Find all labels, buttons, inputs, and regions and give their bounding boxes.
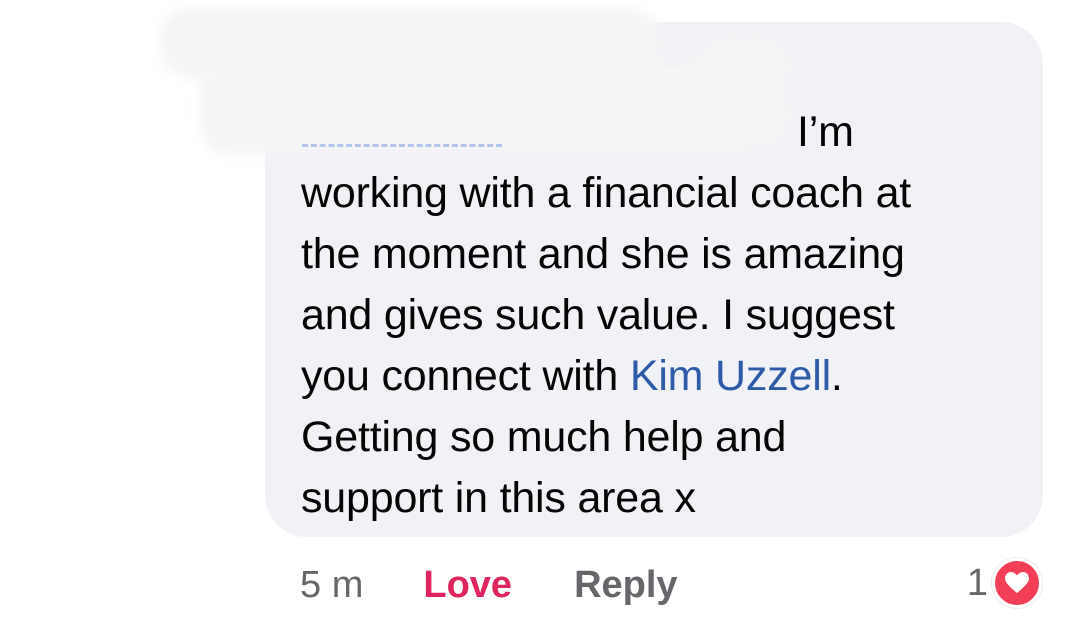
comment-line-text: you connect with (301, 352, 630, 400)
mention-link[interactable]: Kim Uzzell (630, 352, 831, 400)
comment-line: the moment and she is amazing (301, 230, 905, 278)
comment-view: I’m working with a financial coach at th… (0, 0, 1080, 641)
comment-text: I’m working with a financial coach at th… (301, 102, 1021, 529)
comment-line: Getting so much help and (301, 413, 787, 461)
comment-line: you connect with Kim Uzzell. (301, 346, 1021, 407)
comment-line: I’m (797, 108, 854, 156)
comment-line: working with a financial coach at (301, 169, 912, 217)
heart-icon-glyph (1005, 572, 1029, 593)
comment-timestamp[interactable]: 5 m (300, 564, 363, 607)
reaction-count: 1 (966, 561, 988, 604)
heart-icon (992, 558, 1042, 608)
reply-button[interactable]: Reply (574, 564, 677, 607)
comment-line: support in this area x (301, 474, 696, 522)
love-reaction-button[interactable]: Love (423, 564, 512, 607)
comment-line-punct: . (830, 352, 843, 400)
comment-actions: 5 m Love Reply (300, 560, 678, 610)
reaction-summary[interactable]: 1 (967, 558, 1042, 608)
comment-line: and gives such value. I suggest (301, 291, 895, 339)
